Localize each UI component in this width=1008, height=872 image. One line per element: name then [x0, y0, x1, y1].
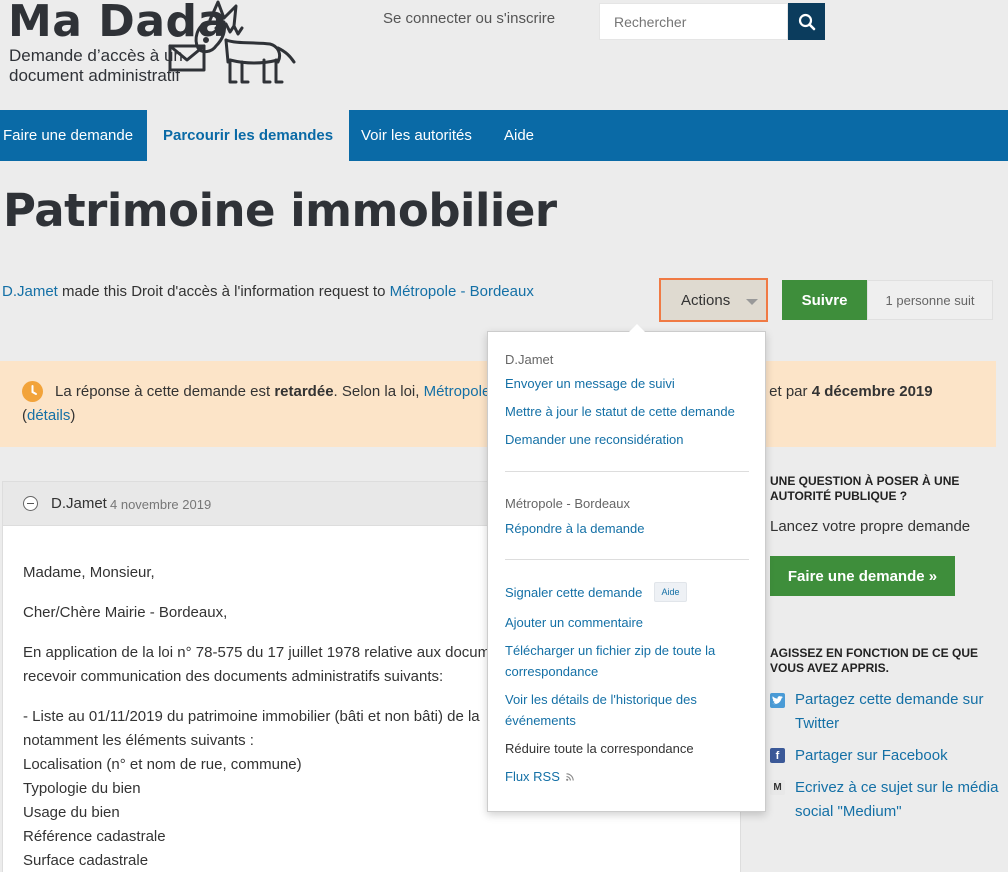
letter-line: - Liste au 01/11/2019 du patrimoine immo…	[23, 708, 480, 725]
details-link[interactable]: détails	[27, 407, 70, 424]
notice-deadline: 4 décembre 2019	[811, 383, 933, 400]
share-medium-link[interactable]: Ecrivez à ce sujet sur le média social "…	[795, 776, 1000, 824]
actions-menu: D.Jamet Envoyer un message de suivi Mett…	[487, 324, 766, 812]
menu-rss-feed[interactable]: Flux RSS	[505, 766, 574, 787]
notice-details: (détails)	[22, 407, 75, 424]
letter-line: En application de la loi n° 78-575 du 17…	[23, 644, 499, 661]
medium-icon: M	[770, 780, 785, 795]
search-icon	[798, 13, 815, 30]
followers-count: 1 personne suit	[867, 280, 993, 320]
notice-text-2: . Selon la loi,	[333, 383, 424, 400]
menu-user-heading: D.Jamet	[505, 352, 554, 367]
details-close-paren: )	[70, 407, 76, 424]
menu-download-zip[interactable]: Télécharger un fichier zip de toute la c…	[505, 640, 750, 682]
letter-line: Surface cadastrale	[23, 852, 149, 869]
share-facebook-link[interactable]: Partager sur Facebook	[795, 744, 1000, 768]
menu-add-comment[interactable]: Ajouter un commentaire	[505, 612, 750, 633]
rss-icon	[565, 773, 574, 781]
menu-divider	[505, 471, 749, 472]
menu-report[interactable]: Signaler cette demande	[505, 582, 750, 603]
help-badge[interactable]: Aide	[654, 582, 687, 602]
menu-update-status[interactable]: Mettre à jour le statut de cette demande	[505, 401, 750, 422]
search-input[interactable]	[599, 3, 788, 40]
sidebar-act-heading: Agissez en fonction de ce que vous avez …	[770, 646, 979, 675]
notice-authority-link[interactable]: Métropole	[424, 383, 491, 400]
letter-line: Localisation (n° et nom de rue, commune)	[23, 756, 302, 773]
notice-tail-text: et par	[765, 383, 812, 400]
notice-text-1: La réponse à cette demande est	[55, 383, 275, 400]
clock-icon	[22, 381, 43, 402]
correspondence-date: 4 novembre 2019	[110, 497, 212, 512]
authority-link[interactable]: Métropole - Bordeaux	[390, 283, 534, 300]
follow-button[interactable]: Suivre	[782, 280, 867, 320]
chevron-down-icon	[746, 299, 758, 305]
menu-divider	[505, 559, 749, 560]
menu-caret	[629, 324, 645, 332]
menu-event-history[interactable]: Voir les détails de l'historique des évé…	[505, 689, 750, 731]
menu-authority-heading: Métropole - Bordeaux	[505, 496, 631, 511]
letter-line: notamment les éléments suivants :	[23, 732, 254, 749]
letter-line: Madame, Monsieur,	[23, 564, 155, 581]
page-title: Patrimoine immobilier	[3, 184, 557, 237]
nav-aide[interactable]: Aide	[488, 110, 550, 161]
notice-status: retardée	[274, 383, 334, 400]
nav-voir-les-autorites[interactable]: Voir les autorités	[345, 110, 488, 161]
rss-label: Flux RSS	[505, 769, 560, 784]
letter-line: recevoir communication des documents adm…	[23, 668, 444, 685]
sidebar-question-text: Lancez votre propre demande	[770, 518, 971, 535]
letter-line: Usage du bien	[23, 804, 120, 821]
make-request-button[interactable]: Faire une demande »	[770, 556, 955, 596]
share-twitter-link[interactable]: Partagez cette demande sur Twitter	[795, 688, 1000, 736]
search-button[interactable]	[788, 3, 825, 40]
letter-line: Référence cadastrale	[23, 828, 166, 845]
letter-line: Cher/Chère Mairie - Bordeaux,	[23, 604, 228, 621]
menu-request-review[interactable]: Demander une reconsidération	[505, 429, 750, 450]
main-nav: Faire une demande Parcourir les demandes…	[0, 110, 1008, 161]
sidebar-question-heading: Une question à poser à une autorité publ…	[770, 474, 960, 503]
collapse-icon[interactable]	[23, 496, 38, 511]
request-byline: D.Jamet made this Droit d'accès à l'info…	[2, 283, 534, 300]
donkey-logo-icon	[168, 0, 296, 84]
menu-respond[interactable]: Répondre à la demande	[505, 518, 750, 539]
actions-dropdown-button[interactable]: Actions	[659, 278, 768, 322]
notice-deadline-line: t et par 4 décembre 2019	[760, 383, 933, 400]
facebook-icon: f	[770, 748, 785, 763]
nav-parcourir-les-demandes[interactable]: Parcourir les demandes	[147, 110, 350, 161]
letter-line: Typologie du bien	[23, 780, 141, 797]
signin-link[interactable]: Se connecter ou s'inscrire	[383, 10, 555, 27]
menu-send-followup[interactable]: Envoyer un message de suivi	[505, 373, 750, 394]
nav-faire-une-demande[interactable]: Faire une demande	[0, 110, 149, 161]
actions-label: Actions	[681, 291, 731, 309]
author-link[interactable]: D.Jamet	[2, 283, 58, 300]
menu-collapse-all[interactable]: Réduire toute la correspondance	[505, 738, 750, 759]
twitter-icon	[770, 693, 785, 708]
byline-text: made this Droit d'accès à l'information …	[57, 283, 390, 300]
correspondence-author: D.Jamet	[51, 495, 107, 512]
logo-subtitle: Demande d’accès à un document administra…	[9, 46, 183, 85]
notice-text: La réponse à cette demande est retardée.…	[55, 383, 490, 400]
